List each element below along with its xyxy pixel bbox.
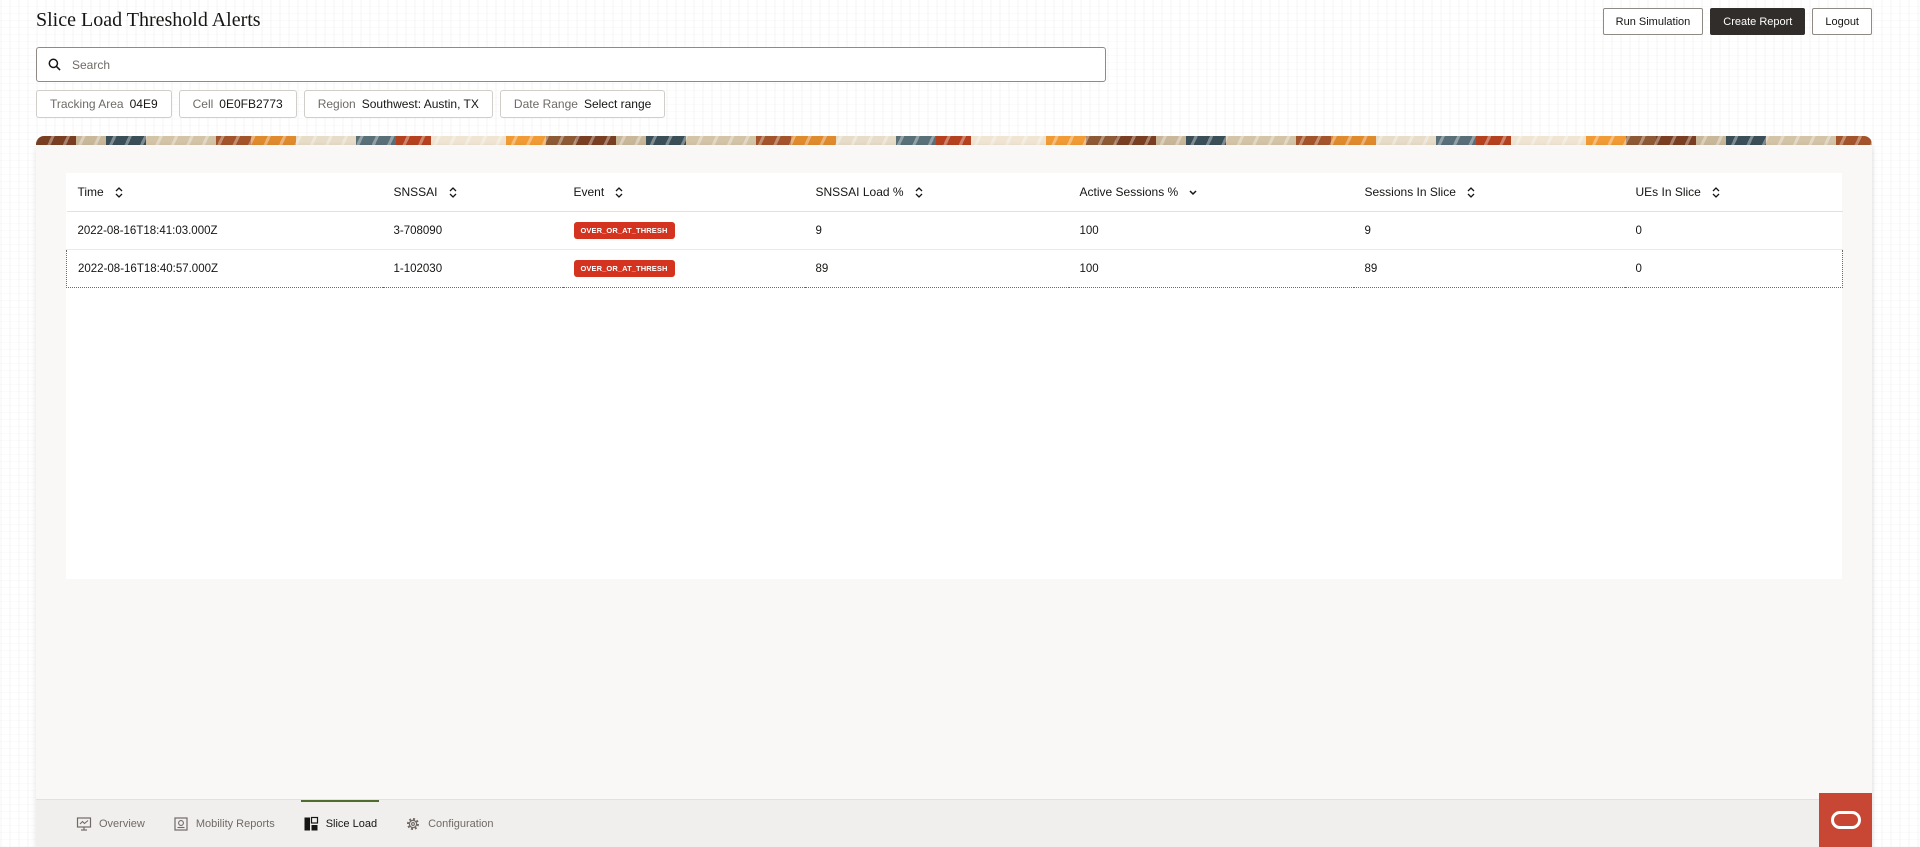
cell-active-sessions: 100 xyxy=(1068,211,1354,250)
event-badge: OVER_OR_AT_THRESH xyxy=(573,222,675,239)
nav-item-mobility-reports[interactable]: Mobility Reports xyxy=(171,800,277,847)
filter-value: Southwest: Austin, TX xyxy=(361,97,479,111)
filter-value: 04E9 xyxy=(129,97,158,111)
cell-event: OVER_OR_AT_THRESH xyxy=(562,249,805,288)
column-header-ues-in-slice[interactable]: UEs In Slice xyxy=(1624,173,1843,212)
event-badge: OVER_OR_AT_THRESH xyxy=(573,260,675,277)
cell-time: 2022-08-16T18:41:03.000Z xyxy=(66,211,383,250)
nav-item-slice-load[interactable]: Slice Load xyxy=(300,800,380,847)
nav-item-label: Slice Load xyxy=(325,817,378,830)
sort-icon[interactable] xyxy=(1467,187,1475,199)
content-card: Time SNSSAI Event SNSSAI Load % Active S… xyxy=(36,145,1872,847)
monitor-icon xyxy=(76,816,92,831)
report-icon xyxy=(174,816,188,831)
column-header-active-sessions[interactable]: Active Sessions % xyxy=(1068,173,1354,212)
filter-date-range[interactable]: Date Range Select range xyxy=(499,90,666,118)
sort-descending-icon[interactable] xyxy=(1189,187,1197,198)
sort-icon[interactable] xyxy=(615,187,623,199)
search-box[interactable] xyxy=(36,47,1106,82)
filter-label: Tracking Area xyxy=(50,97,124,111)
filter-value: 0E0FB2773 xyxy=(219,97,283,111)
search-input[interactable] xyxy=(70,48,1105,81)
gear-icon xyxy=(407,817,420,830)
decorative-banner xyxy=(36,136,1872,145)
cell-active-sessions: 100 xyxy=(1068,249,1354,288)
cell-time: 2022-08-16T18:40:57.000Z xyxy=(66,249,383,288)
filter-label: Region xyxy=(317,97,356,111)
nav-item-label: Mobility Reports xyxy=(195,817,275,830)
filter-tracking-area[interactable]: Tracking Area 04E9 xyxy=(36,90,172,118)
cell-ues-in-slice: 0 xyxy=(1624,249,1843,288)
column-header-time[interactable]: Time xyxy=(66,173,383,212)
nav-item-label: Configuration xyxy=(428,817,494,830)
nav-tabs: Overview Mobility Reports Slice Load Con… xyxy=(74,800,496,847)
slice-load-icon xyxy=(304,816,318,830)
alerts-table: Time SNSSAI Event SNSSAI Load % Active S… xyxy=(66,173,1843,288)
search-icon xyxy=(48,58,61,71)
sort-icon[interactable] xyxy=(1712,187,1720,199)
cell-sessions-in-slice: 89 xyxy=(1353,249,1625,288)
sort-icon[interactable] xyxy=(449,187,457,199)
cell-event: OVER_OR_AT_THRESH xyxy=(562,211,805,250)
column-header-event[interactable]: Event xyxy=(562,173,805,212)
cell-snssai: 3-708090 xyxy=(382,211,563,250)
nav-item-configuration[interactable]: Configuration xyxy=(403,800,495,847)
sort-icon[interactable] xyxy=(915,187,923,199)
filter-label: Cell xyxy=(192,97,214,111)
nav-item-label: Overview xyxy=(99,817,145,830)
table-header-row: Time SNSSAI Event SNSSAI Load % Active S… xyxy=(66,173,1843,212)
filter-value: Select range xyxy=(583,97,652,111)
top-actions: Run Simulation Create Report Logout xyxy=(1602,8,1872,35)
column-header-snssai-load[interactable]: SNSSAI Load % xyxy=(804,173,1069,212)
sort-icon[interactable] xyxy=(115,187,123,199)
cell-ues-in-slice: 0 xyxy=(1624,211,1843,250)
cell-snssai-load: 89 xyxy=(804,249,1069,288)
cell-sessions-in-slice: 9 xyxy=(1353,211,1625,250)
brand-logo-tile[interactable] xyxy=(1819,793,1872,847)
create-report-button[interactable]: Create Report xyxy=(1710,8,1806,35)
filter-label: Date Range xyxy=(513,97,578,111)
run-simulation-button[interactable]: Run Simulation xyxy=(1602,8,1704,35)
table-row[interactable]: 2022-08-16T18:40:57.000Z 1-102030 OVER_O… xyxy=(66,249,1843,288)
filter-region[interactable]: Region Southwest: Austin, TX xyxy=(303,90,493,118)
nav-item-overview[interactable]: Overview xyxy=(74,800,147,847)
filter-cell[interactable]: Cell 0E0FB2773 xyxy=(178,90,297,118)
bottom-navigation: Overview Mobility Reports Slice Load Con… xyxy=(36,799,1872,847)
column-header-sessions-in-slice[interactable]: Sessions In Slice xyxy=(1353,173,1625,212)
logout-button[interactable]: Logout xyxy=(1812,8,1872,35)
column-header-snssai[interactable]: SNSSAI xyxy=(382,173,563,212)
page-title: Slice Load Threshold Alerts xyxy=(36,9,261,31)
filter-bar: Tracking Area 04E9 Cell 0E0FB2773 Region… xyxy=(36,90,666,118)
cell-snssai-load: 9 xyxy=(804,211,1069,250)
cell-snssai: 1-102030 xyxy=(382,249,563,288)
logo-icon xyxy=(1830,811,1861,829)
table-row[interactable]: 2022-08-16T18:41:03.000Z 3-708090 OVER_O… xyxy=(66,211,1843,250)
alerts-table-container: Time SNSSAI Event SNSSAI Load % Active S… xyxy=(66,173,1843,579)
